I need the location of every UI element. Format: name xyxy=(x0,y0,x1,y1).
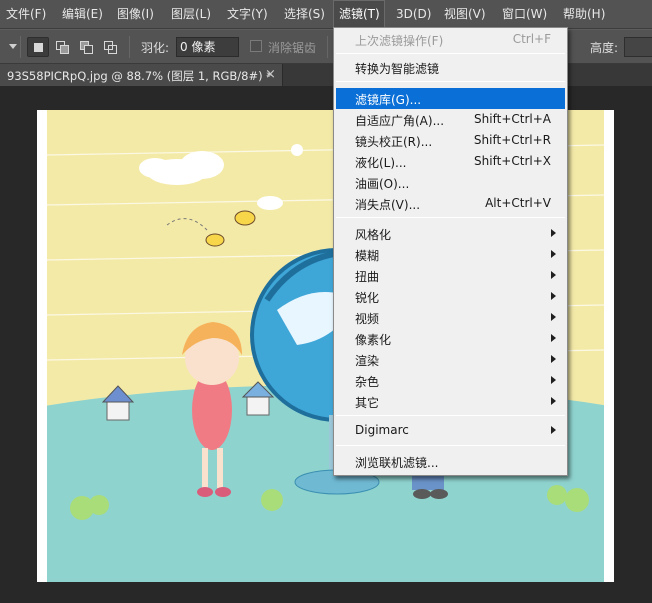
submenu-distort[interactable]: 扭曲 xyxy=(336,265,565,286)
menu-separator xyxy=(336,81,565,82)
height-input[interactable] xyxy=(624,37,652,57)
subtract-selection-button[interactable] xyxy=(75,37,97,57)
lens-correction-item[interactable]: 镜头校正(R)... Shift+Ctrl+R xyxy=(336,130,565,151)
feather-input[interactable]: 0 像素 xyxy=(176,37,239,57)
submenu-pixelate-label: 像素化 xyxy=(355,333,392,347)
lens-correction-shortcut: Shift+Ctrl+R xyxy=(473,133,551,147)
add-selection-icon-back xyxy=(60,45,69,54)
menu-view[interactable]: 视图(V) xyxy=(444,0,486,29)
last-filter-label: 上次滤镜操作(F) xyxy=(355,34,444,48)
filter-gallery-item[interactable]: 滤镜库(G)... xyxy=(336,88,565,109)
submenu-video[interactable]: 视频 xyxy=(336,307,565,328)
submenu-arrow-icon xyxy=(551,313,556,321)
liquify-item[interactable]: 液化(L)... Shift+Ctrl+X xyxy=(336,151,565,172)
menu-select[interactable]: 选择(S) xyxy=(284,0,325,29)
menu-file[interactable]: 文件(F) xyxy=(6,0,46,29)
divider xyxy=(129,36,130,58)
submenu-other-label: 其它 xyxy=(355,396,380,410)
submenu-pixelate[interactable]: 像素化 xyxy=(336,328,565,349)
antialias-checkbox[interactable] xyxy=(250,40,262,52)
filter-menu-dropdown: 上次滤镜操作(F) Ctrl+F 转换为智能滤镜 滤镜库(G)... 自适应广角… xyxy=(333,27,568,476)
tool-preset-dropdown-icon[interactable] xyxy=(9,44,17,49)
close-icon[interactable]: × xyxy=(265,67,276,82)
add-selection-button[interactable] xyxy=(51,37,73,57)
browse-online-filters-label: 浏览联机滤镜... xyxy=(355,456,439,470)
submenu-render-label: 渲染 xyxy=(355,354,380,368)
submenu-sharpen-label: 锐化 xyxy=(355,291,380,305)
vanishing-point-label: 消失点(V)... xyxy=(355,198,421,212)
menu-filter[interactable]: 滤镜(T) xyxy=(333,0,385,29)
document-tab[interactable]: 93S58PICRpQ.jpg @ 88.7% (图层 1, RGB/8#) *… xyxy=(0,64,283,86)
submenu-digimarc-label: Digimarc xyxy=(355,423,409,437)
adaptive-wide-angle-item[interactable]: 自适应广角(A)... Shift+Ctrl+A xyxy=(336,109,565,130)
vanishing-point-item[interactable]: 消失点(V)... Alt+Ctrl+V xyxy=(336,193,565,214)
adaptive-wide-angle-shortcut: Shift+Ctrl+A xyxy=(474,112,551,126)
menu-layer[interactable]: 图层(L) xyxy=(171,0,211,29)
subtract-selection-icon-front xyxy=(84,45,93,54)
vanishing-point-shortcut: Alt+Ctrl+V xyxy=(485,196,551,210)
last-filter-shortcut: Ctrl+F xyxy=(512,32,551,46)
divider xyxy=(327,36,328,58)
submenu-arrow-icon xyxy=(551,229,556,237)
submenu-blur[interactable]: 模糊 xyxy=(336,244,565,265)
oil-paint-label: 油画(O)... xyxy=(355,177,410,191)
submenu-stylize-label: 风格化 xyxy=(355,228,392,242)
menu-window[interactable]: 窗口(W) xyxy=(502,0,547,29)
divider xyxy=(20,36,21,58)
height-label: 高度: xyxy=(590,41,619,55)
submenu-blur-label: 模糊 xyxy=(355,249,380,263)
feather-label: 羽化: xyxy=(141,41,170,55)
convert-smart-filters-item[interactable]: 转换为智能滤镜 xyxy=(336,57,565,78)
new-selection-button[interactable] xyxy=(27,37,49,57)
right-margin xyxy=(604,110,614,582)
menu-3d[interactable]: 3D(D) xyxy=(396,0,431,29)
submenu-arrow-icon xyxy=(551,292,556,300)
submenu-arrow-icon xyxy=(551,397,556,405)
intersect-selection-button[interactable] xyxy=(99,37,121,57)
menu-separator xyxy=(336,53,565,54)
adaptive-wide-angle-label: 自适应广角(A)... xyxy=(355,114,445,128)
submenu-arrow-icon xyxy=(551,334,556,342)
filter-gallery-label: 滤镜库(G)... xyxy=(355,93,422,107)
submenu-noise[interactable]: 杂色 xyxy=(336,370,565,391)
last-filter-item: 上次滤镜操作(F) Ctrl+F xyxy=(336,29,565,50)
submenu-arrow-icon xyxy=(551,355,556,363)
left-margin xyxy=(37,110,47,582)
submenu-stylize[interactable]: 风格化 xyxy=(336,223,565,244)
liquify-label: 液化(L)... xyxy=(355,156,407,170)
submenu-arrow-icon xyxy=(551,426,556,434)
submenu-other[interactable]: 其它 xyxy=(336,391,565,412)
menu-separator xyxy=(336,415,565,416)
submenu-noise-label: 杂色 xyxy=(355,375,380,389)
menu-separator xyxy=(336,217,565,218)
ground-base xyxy=(47,505,604,582)
document-tab-title: 93S58PICRpQ.jpg @ 88.7% (图层 1, RGB/8#) * xyxy=(7,69,272,83)
lens-correction-label: 镜头校正(R)... xyxy=(355,135,433,149)
submenu-render[interactable]: 渲染 xyxy=(336,349,565,370)
antialias-label: 消除锯齿 xyxy=(268,41,317,55)
new-selection-icon xyxy=(34,43,43,52)
menu-edit[interactable]: 编辑(E) xyxy=(62,0,103,29)
oil-paint-item[interactable]: 油画(O)... xyxy=(336,172,565,193)
menu-image[interactable]: 图像(I) xyxy=(117,0,154,29)
menu-help[interactable]: 帮助(H) xyxy=(563,0,605,29)
menu-bar: 文件(F) 编辑(E) 图像(I) 图层(L) 文字(Y) 选择(S) 滤镜(T… xyxy=(0,0,652,29)
submenu-arrow-icon xyxy=(551,250,556,258)
submenu-video-label: 视频 xyxy=(355,312,380,326)
convert-smart-filters-label: 转换为智能滤镜 xyxy=(355,62,440,76)
intersect-selection-icon-front xyxy=(108,45,117,54)
menu-type[interactable]: 文字(Y) xyxy=(227,0,268,29)
submenu-arrow-icon xyxy=(551,271,556,279)
submenu-arrow-icon xyxy=(551,376,556,384)
liquify-shortcut: Shift+Ctrl+X xyxy=(474,154,551,168)
photoshop-window: 文件(F) 编辑(E) 图像(I) 图层(L) 文字(Y) 选择(S) 滤镜(T… xyxy=(0,0,652,603)
browse-online-filters-item[interactable]: 浏览联机滤镜... xyxy=(336,451,565,472)
submenu-distort-label: 扭曲 xyxy=(355,270,380,284)
submenu-digimarc[interactable]: Digimarc xyxy=(336,420,565,441)
menu-separator xyxy=(336,445,565,446)
submenu-sharpen[interactable]: 锐化 xyxy=(336,286,565,307)
